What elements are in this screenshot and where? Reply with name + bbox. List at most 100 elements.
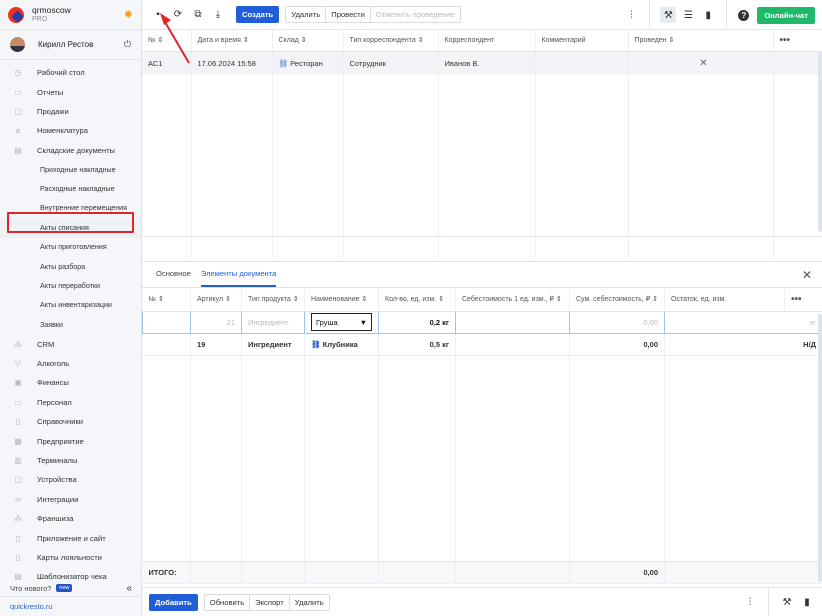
delete-button[interactable]: Удалить [286,7,327,22]
sidebar-sub-cooking[interactable]: Акты приготовления [0,238,141,257]
sidebar-item-app[interactable]: ▯ Приложение и сайт [0,528,141,547]
edit-num-field[interactable] [142,310,191,334]
tab-main[interactable]: Основное [156,269,191,287]
sidebar-item-directory[interactable]: ▯ Справочники [0,412,141,431]
col-comment[interactable]: Комментарий [535,30,629,52]
tools-icon[interactable]: ⚒ [660,7,677,23]
edit-type-field[interactable]: Ингредиент [241,310,305,334]
sidebar-sub-requests[interactable]: Заявки [0,315,141,334]
table-row[interactable]: 19 Ингредиент ⛓ Клубника 0,5 кг 0,00 Н/Д [142,333,822,356]
sidebar-item-nomenclature[interactable]: ⌀ Номенклатура [0,121,141,140]
edit-rest-field[interactable]: кг [664,310,822,334]
scrollbar[interactable] [818,314,822,582]
sidebar-item-crm[interactable]: ⁂ CRM [0,334,141,353]
sidebar-item-sales[interactable]: ▢ Продажи [0,102,141,121]
refresh-icon[interactable]: ⟳ [171,8,185,22]
header-label: Проведен [634,37,667,45]
sidebar-item-franchise[interactable]: ⁂ Франшиза [0,509,141,528]
online-chat-button[interactable]: Онлайн-чат [757,6,815,24]
sidebar-sub-outgoing[interactable]: Расходные накладные [0,179,141,198]
refresh-button[interactable]: Обновить [205,594,251,610]
sidebar-item-integrations[interactable]: ∞ Интеграции [0,490,141,509]
header-label: Наименование [311,296,360,304]
list-icon[interactable]: ☰ [680,7,696,23]
name-select[interactable]: Груша ▼ [311,313,372,331]
org-info: qrmoscow PRO [32,5,124,24]
copy-icon[interactable]: ⧉ [191,8,205,22]
sidebar-item-terminals[interactable]: ▥ Терминалы [0,451,141,470]
col-name[interactable]: Наименование ⇕ [304,288,379,312]
sidebar-item-finance[interactable]: ▣ Финансы [0,373,141,392]
col-type[interactable]: Тип продукта ⇕ [241,288,305,312]
edit-row[interactable]: 21 Ингредиент Груша ▼ 0,2 кг 0,00 кг [142,310,822,334]
col-corr[interactable]: Корреспондент [438,30,536,52]
cell-corr-type: Сотрудник [343,51,439,75]
sidebar-item-loyalty[interactable]: ▯ Карты лояльности [0,548,141,567]
col-date[interactable]: Дата и время ⇕ [191,30,273,52]
site-link[interactable]: quickresto.ru [0,596,142,616]
sidebar-item-label: Приложение и сайт [37,533,106,543]
add-button[interactable]: Добавить [149,593,198,611]
tools-icon[interactable]: ⚒ [779,595,795,611]
post-button[interactable]: Провести [326,7,371,22]
col-sum[interactable]: Сум. себестоимость, ₽ ⇕ [569,288,665,312]
edit-sum-field[interactable]: 0,00 [569,310,665,334]
sidebar-item-enterprise[interactable]: ▦ Предприятие [0,431,141,450]
trash-icon[interactable]: ▮ [700,7,716,23]
close-icon[interactable]: ✕ [802,268,812,282]
sidebar-item-alcohol[interactable]: ▽ Алкоголь [0,354,141,373]
edit-qty-field[interactable]: 0,2 кг [378,310,456,334]
whats-new[interactable]: Что нового? new « [0,580,142,596]
document-details-panel: Основное Элементы документа ✕ № ⇕ Артику… [142,261,822,587]
col-article[interactable]: Артикул ⇕ [190,288,242,312]
col-rest[interactable]: Остаток, ед. изм. [664,288,785,312]
sidebar-item-devices[interactable]: ▢ Устройства [0,470,141,489]
sidebar-sub-incoming[interactable]: Приходные накладные [0,160,141,179]
divider [768,588,769,616]
tab-items[interactable]: Элементы документа [200,269,277,287]
sidebar-item-staff[interactable]: ▭ Персонал [0,393,141,412]
settings-sliders-icon[interactable]: ⫶ [742,595,758,611]
sidebar-sub-inventory[interactable]: Акты инвентаризации [0,296,141,315]
user-row[interactable]: Кирилл Рестов ⏻ [0,30,141,60]
sidebar-item-label: CRM [37,339,55,349]
more-icon[interactable]: ••• [773,30,822,52]
delete-button[interactable]: Удалить [290,595,329,610]
trash-icon[interactable]: ▮ [799,595,815,611]
tabs: Основное Элементы документа ✕ [142,262,822,288]
org-header[interactable]: qrmoscow PRO ✹ [0,0,141,30]
sidebar-item-warehouse[interactable]: ▤ Складские документы [0,141,141,160]
download-icon[interactable]: ⤓ [211,8,225,22]
scrollbar[interactable] [818,52,822,232]
help-icon[interactable]: ? [738,9,750,21]
col-corr-type[interactable]: Тип корреспондента ⇕ [343,30,439,52]
logout-icon[interactable]: ⏻ [124,39,131,50]
footer-action-group: Обновить Экспорт Удалить [203,593,330,611]
sidebar-item-reports[interactable]: ▭ Отчеты [0,82,141,101]
theme-sun-icon[interactable]: ✹ [124,8,133,21]
save-icon[interactable]: ▪ [151,8,165,22]
create-button[interactable]: Создать [236,6,280,23]
sidebar-sub-disassembly[interactable]: Акты разбора [0,257,141,276]
col-qty[interactable]: Кол-во, ед. изм. ⇕ [378,288,456,312]
settings-sliders-icon[interactable]: ⫶ [623,7,639,23]
edit-name-cell[interactable]: Груша ▼ [304,310,379,334]
edit-cost-field[interactable] [455,310,570,334]
unpost-button[interactable]: Отменить проведение [371,7,460,22]
sidebar-sub-processing[interactable]: Акты переработки [0,276,141,295]
header-label: Тип продукта [248,296,291,304]
table-row[interactable]: АС1 17.06.2024 15:58 ⛓ Ресторан Сотрудни… [142,51,822,75]
col-num[interactable]: № ⇕ [142,288,191,312]
col-cost[interactable]: Себестоимость 1 ед. изм., ₽ ⇕ [455,288,570,312]
whats-new-label: Что нового? [10,583,52,593]
loyalty-icon: ▯ [15,552,21,562]
collapse-icon[interactable]: « [126,583,132,594]
col-posted[interactable]: Проведен ⇕ [628,30,774,52]
col-num[interactable]: № ⇕ [142,30,192,52]
export-button[interactable]: Экспорт [250,594,290,610]
more-icon[interactable]: ••• [784,288,822,312]
col-warehouse[interactable]: Склад ⇕ [272,30,344,52]
edit-article-field[interactable]: 21 [190,310,242,334]
cell-date: 17.06.2024 15:58 [191,51,273,75]
sidebar-item-dashboard[interactable]: ◷ Рабочий стол [0,63,141,82]
